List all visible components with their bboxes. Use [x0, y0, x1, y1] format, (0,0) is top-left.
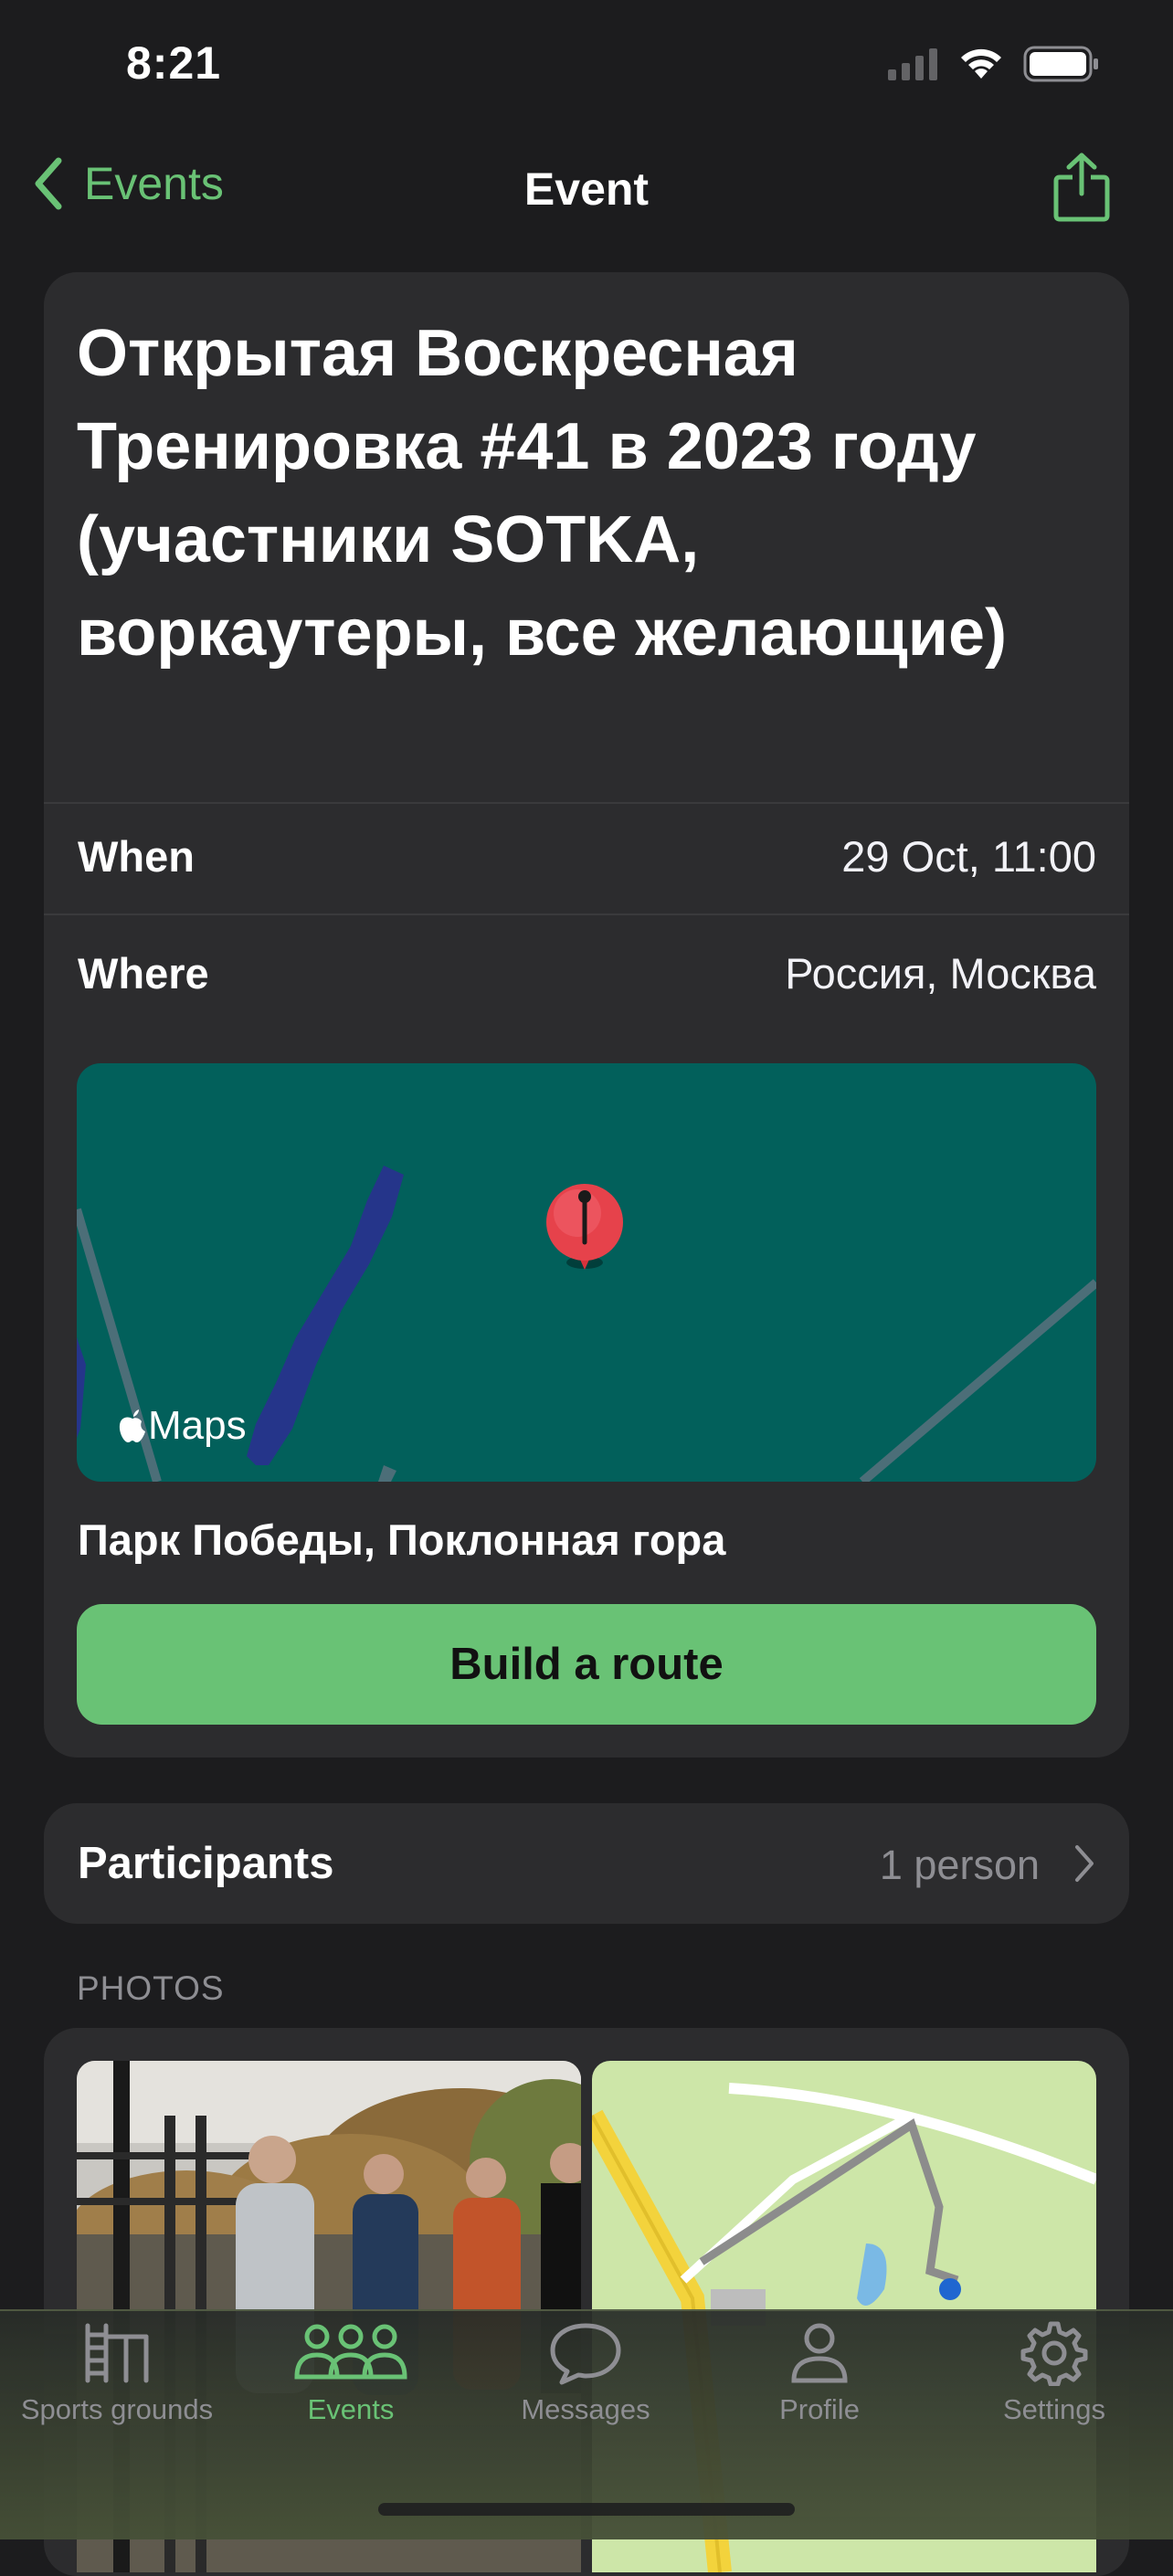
participants-count: 1 person: [879, 1842, 1040, 1888]
where-label: Where: [78, 949, 209, 998]
participants-label: Participants: [78, 1839, 334, 1888]
chevron-right-icon: [1075, 1845, 1094, 1882]
status-time: 8:21: [126, 37, 222, 89]
tab-messages[interactable]: Messages: [469, 2320, 703, 2457]
message-bubble-icon: [550, 2323, 621, 2385]
apple-maps-logo: Maps: [117, 1403, 247, 1449]
share-icon[interactable]: [1052, 152, 1111, 223]
event-title: Открытая Воскресная Тренировка #41 в 202…: [77, 317, 1008, 670]
people-icon: [294, 2324, 407, 2380]
event-details-card: Открытая Воскресная Тренировка #41 в 202…: [44, 272, 1129, 1758]
tab-label: Events: [307, 2393, 395, 2425]
tab-label: Sports grounds: [20, 2393, 214, 2425]
when-value: 29 Oct, 11:00: [841, 832, 1096, 881]
when-label: When: [78, 832, 195, 881]
tab-label: Messages: [521, 2393, 650, 2425]
wifi-icon: [961, 48, 1001, 79]
build-route-button[interactable]: Build a route: [77, 1604, 1096, 1725]
status-bar: 8:21: [0, 0, 1173, 132]
tab-label: Settings: [1002, 2393, 1105, 2425]
apple-logo-icon: [119, 1409, 145, 1442]
home-indicator: [378, 2503, 795, 2516]
divider: [44, 913, 1129, 915]
gear-icon: [1020, 2321, 1088, 2386]
participants-row[interactable]: Participants 1 person: [44, 1803, 1129, 1924]
where-value: Россия, Москва: [785, 949, 1096, 998]
cellular-signal-icon: [888, 48, 937, 80]
photos-section-header: PHOTOS: [77, 1969, 225, 2007]
person-icon: [791, 2323, 848, 2383]
place-name: Парк Победы, Поклонная гора: [78, 1515, 726, 1564]
battery-icon: [1023, 46, 1098, 82]
tab-events[interactable]: Events: [234, 2320, 468, 2457]
event-location-map[interactable]: Maps: [77, 1063, 1096, 1482]
tab-settings[interactable]: Settings: [937, 2320, 1171, 2457]
tab-sports-grounds[interactable]: Sports grounds: [0, 2320, 234, 2457]
sports-grounds-icon: [85, 2323, 149, 2383]
tab-label: Profile: [779, 2393, 860, 2425]
page-title: Event: [523, 164, 650, 215]
tab-profile[interactable]: Profile: [703, 2320, 936, 2457]
maps-label: Maps: [148, 1403, 247, 1448]
divider: [44, 802, 1129, 804]
